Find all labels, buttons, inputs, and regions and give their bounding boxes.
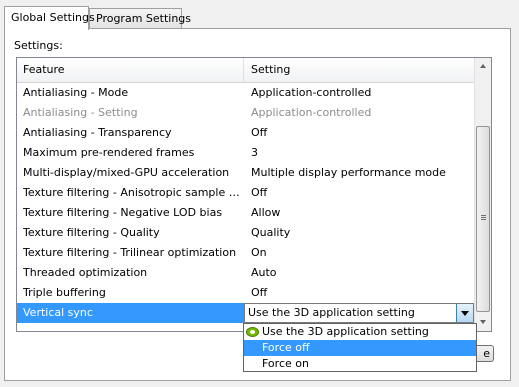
- settings-label: Settings:: [14, 39, 63, 52]
- setting-cell: Off: [251, 126, 268, 139]
- setting-cell: On: [251, 246, 267, 259]
- column-header-setting[interactable]: Setting: [245, 58, 474, 82]
- tab-global-settings[interactable]: Global Settings: [4, 6, 95, 30]
- feature-cell: Vertical sync: [17, 303, 245, 323]
- dropdown-option[interactable]: Force on: [244, 356, 476, 372]
- grid-row[interactable]: Texture filtering - Quality Quality: [17, 223, 474, 243]
- combobox-value: Use the 3D application setting: [248, 306, 415, 319]
- grid-row[interactable]: Triple buffering Off: [17, 283, 474, 303]
- restore-button[interactable]: e: [474, 345, 494, 362]
- feature-cell: Threaded optimization: [23, 266, 148, 279]
- dropdown-option-highlighted[interactable]: Force off: [244, 340, 476, 356]
- grid-row[interactable]: Antialiasing - Transparency Off: [17, 123, 474, 143]
- setting-cell: Quality: [251, 226, 291, 239]
- vertical-sync-dropdown-list: Use the 3D application setting Force off…: [243, 323, 477, 372]
- dropdown-arrow-icon[interactable]: [456, 304, 473, 322]
- setting-cell: Allow: [251, 206, 281, 219]
- vertical-scrollbar[interactable]: [474, 58, 491, 331]
- setting-cell: Off: [251, 186, 268, 199]
- setting-cell: 3: [251, 146, 258, 159]
- feature-cell: Antialiasing - Mode: [23, 86, 129, 99]
- grip-icon: [481, 215, 486, 216]
- grid-row[interactable]: Threaded optimization Auto: [17, 263, 474, 283]
- setting-cell: Multiple display performance mode: [251, 166, 446, 179]
- grid-row[interactable]: Maximum pre-rendered frames 3: [17, 143, 474, 163]
- vertical-sync-combobox[interactable]: Use the 3D application setting: [244, 303, 474, 323]
- feature-cell: Maximum pre-rendered frames: [23, 146, 195, 159]
- grid-row-selected[interactable]: Vertical sync Use the 3D application set…: [17, 303, 474, 323]
- grid-row[interactable]: Texture filtering - Trilinear optimizati…: [17, 243, 474, 263]
- feature-cell: Antialiasing - Transparency: [23, 126, 172, 139]
- grid-row[interactable]: Multi-display/mixed-GPU acceleration Mul…: [17, 163, 474, 183]
- grid-row[interactable]: Antialiasing - Mode Application-controll…: [17, 83, 474, 103]
- feature-cell: Multi-display/mixed-GPU acceleration: [23, 166, 230, 179]
- feature-cell: Texture filtering - Quality: [23, 226, 160, 239]
- grid-row[interactable]: Texture filtering - Anisotropic sample o…: [17, 183, 474, 203]
- dropdown-option[interactable]: Use the 3D application setting: [244, 324, 476, 340]
- scrollbar-thumb[interactable]: [476, 126, 490, 312]
- tab-program-settings[interactable]: Program Settings: [89, 8, 191, 28]
- feature-cell: Texture filtering - Anisotropic sample o…: [23, 186, 241, 199]
- feature-cell: Texture filtering - Trilinear optimizati…: [23, 246, 237, 259]
- grid-row[interactable]: Texture filtering - Negative LOD bias Al…: [17, 203, 474, 223]
- feature-cell: Texture filtering - Negative LOD bias: [23, 206, 223, 219]
- grid-row: Antialiasing - Setting Application-contr…: [17, 103, 474, 123]
- setting-cell: Application-controlled: [251, 106, 372, 119]
- settings-grid: Feature Setting Antialiasing - Mode Appl…: [16, 57, 492, 332]
- nvidia-logo-icon: [246, 327, 259, 337]
- setting-cell: Auto: [251, 266, 277, 279]
- column-header-feature[interactable]: Feature: [17, 58, 244, 82]
- setting-cell: Off: [251, 286, 268, 299]
- feature-cell: Antialiasing - Setting: [23, 106, 138, 119]
- feature-cell: Triple buffering: [23, 286, 106, 299]
- scroll-up-arrow-icon[interactable]: [475, 58, 491, 75]
- grid-header: Feature Setting: [17, 58, 474, 83]
- scroll-down-arrow-icon[interactable]: [475, 314, 491, 331]
- setting-cell: Application-controlled: [251, 86, 372, 99]
